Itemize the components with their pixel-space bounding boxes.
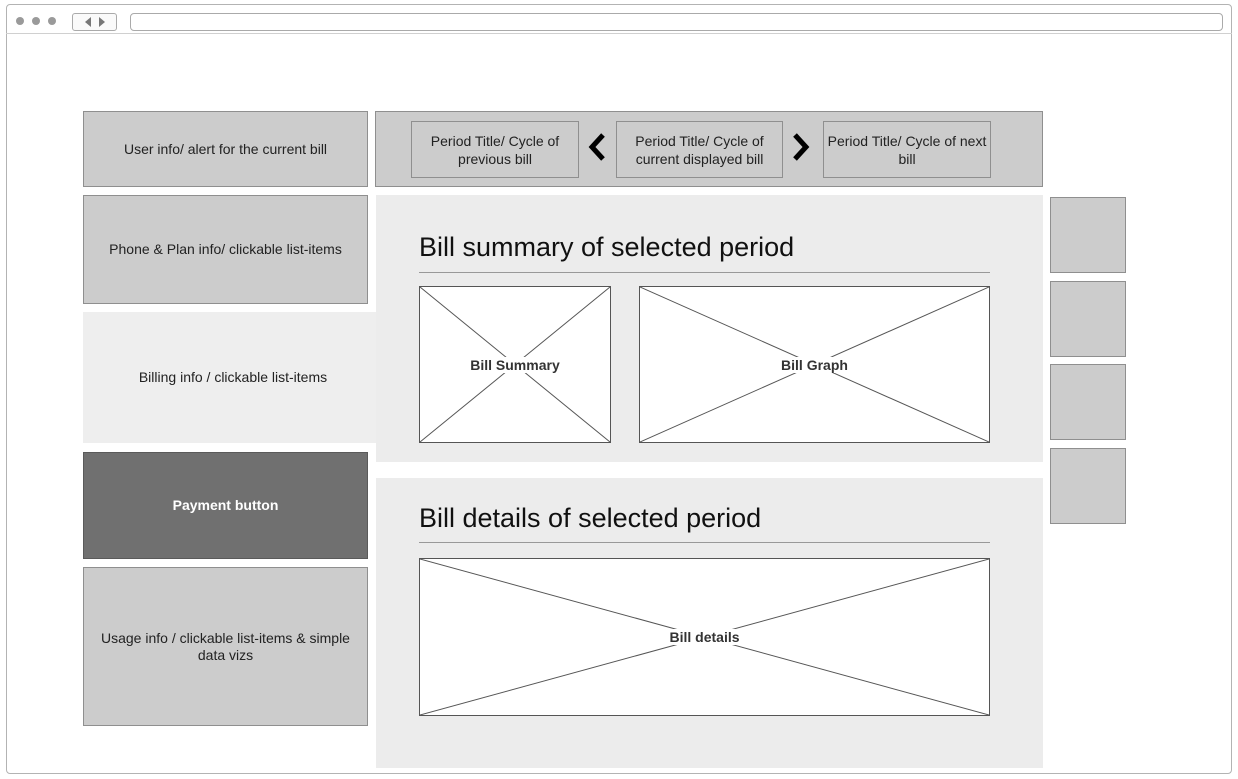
forward-arrow-icon[interactable]: [98, 17, 105, 27]
browser-nav-buttons: [72, 13, 117, 31]
phone-plan-panel[interactable]: Phone & Plan info/ clickable list-items: [83, 195, 368, 304]
bill-summary-placeholder: Bill Summary: [419, 286, 611, 443]
side-action-tile-1[interactable]: [1050, 197, 1126, 273]
payment-button[interactable]: Payment button: [83, 452, 368, 559]
side-action-tile-2[interactable]: [1050, 281, 1126, 357]
url-bar[interactable]: [130, 13, 1223, 31]
window-close-dot[interactable]: [16, 17, 24, 25]
bill-summary-section: Bill summary of selected period Bill Sum…: [376, 195, 1043, 462]
bill-details-label: Bill details: [667, 629, 742, 645]
billing-info-panel[interactable]: Billing info / clickable list-items: [83, 312, 383, 443]
bill-graph-placeholder: Bill Graph: [639, 286, 990, 443]
billing-info-label: Billing info / clickable list-items: [138, 369, 328, 385]
usage-info-panel[interactable]: Usage info / clickable list-items & simp…: [83, 567, 368, 726]
user-info-label: User info/ alert for the current bill: [123, 140, 328, 157]
side-action-tile-4[interactable]: [1050, 448, 1126, 524]
chevron-left-icon[interactable]: [587, 132, 607, 166]
bill-details-section: Bill details of selected period Bill det…: [376, 478, 1043, 768]
usage-info-label: Usage info / clickable list-items & simp…: [101, 629, 350, 663]
chevron-right-icon[interactable]: [791, 132, 811, 166]
next-period-button[interactable]: Period Title/ Cycle of next bill: [823, 121, 991, 178]
window-minimize-dot[interactable]: [32, 17, 40, 25]
period-navigation: Period Title/ Cycle of previous bill Per…: [375, 111, 1043, 187]
window-maximize-dot[interactable]: [48, 17, 56, 25]
bill-summary-label: Bill Summary: [468, 356, 562, 373]
bill-graph-label: Bill Graph: [779, 356, 850, 373]
bill-details-placeholder: Bill details: [419, 558, 990, 716]
bill-summary-title: Bill summary of selected period: [419, 232, 795, 262]
previous-period-button[interactable]: Period Title/ Cycle of previous bill: [411, 121, 579, 178]
summary-divider: [419, 272, 990, 273]
current-period-label: Period Title/ Cycle of current displayed…: [635, 132, 764, 167]
side-action-tile-3[interactable]: [1050, 364, 1126, 440]
user-info-panel[interactable]: User info/ alert for the current bill: [83, 111, 368, 187]
next-period-label: Period Title/ Cycle of next bill: [827, 132, 987, 167]
previous-period-label: Period Title/ Cycle of previous bill: [430, 132, 560, 167]
phone-plan-label: Phone & Plan info/ clickable list-items: [109, 241, 342, 257]
bill-details-title: Bill details of selected period: [419, 503, 762, 533]
details-divider: [419, 542, 990, 543]
back-arrow-icon[interactable]: [84, 17, 92, 27]
browser-toolbar: [6, 4, 1232, 34]
payment-button-label: Payment button: [172, 497, 279, 513]
current-period-label-box: Period Title/ Cycle of current displayed…: [616, 121, 783, 178]
